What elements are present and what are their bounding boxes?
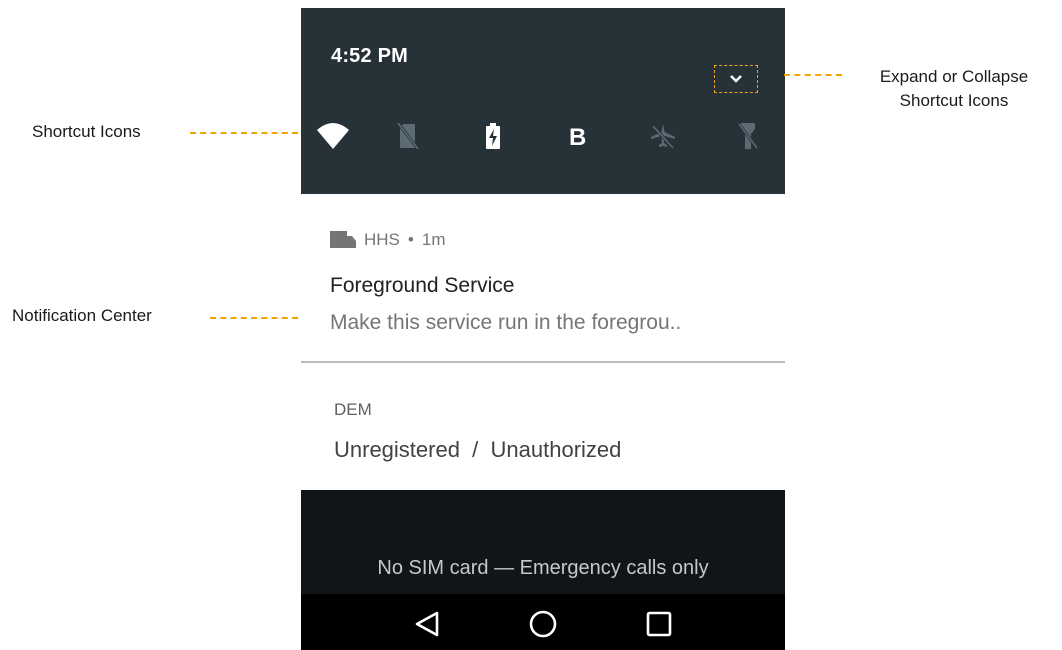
expand-collapse-button[interactable] <box>714 65 758 93</box>
recents-button[interactable] <box>639 604 679 644</box>
status-time: 4:52 PM <box>331 45 408 67</box>
annotation-shortcut-icons: Shortcut Icons <box>32 122 141 141</box>
back-button[interactable] <box>407 604 447 644</box>
bluetooth-icon: B <box>569 124 586 149</box>
notification-title: Foreground Service <box>330 274 515 297</box>
annotation-notification-center: Notification Center <box>12 306 152 325</box>
annotation-expand-collapse: Expand or Collapse Shortcut Icons <box>846 65 1062 113</box>
battery-charging-icon <box>486 123 500 149</box>
dem-status-card[interactable]: DEM Unregistered / Unauthorized <box>301 363 785 490</box>
airplane-mode-icon <box>651 124 675 150</box>
annotation-expand-line2: Shortcut Icons <box>899 91 1009 110</box>
annotation-expand-line1: Expand or Collapse <box>879 67 1029 86</box>
carrier-text: No SIM card — Emergency calls only <box>377 557 709 579</box>
back-icon <box>415 611 439 637</box>
home-button[interactable] <box>523 604 563 644</box>
svg-text:B: B <box>569 124 586 149</box>
wifi-icon <box>317 123 349 149</box>
dem-status-value: Unregistered / Unauthorized <box>334 437 622 462</box>
flashlight-off-icon <box>738 123 758 149</box>
wifi-toggle[interactable] <box>313 116 353 156</box>
annotation-leader-shortcut <box>190 132 298 134</box>
navigation-bar <box>301 594 785 650</box>
bluetooth-toggle[interactable]: B <box>558 116 598 156</box>
annotation-leader-notification <box>210 317 298 319</box>
notification-text: Make this service run in the foregrou.. <box>330 311 682 334</box>
separator-dot: • <box>407 230 414 249</box>
no-sim-icon <box>397 122 419 150</box>
dem-label: DEM <box>334 400 372 419</box>
notification-app-name: HHS <box>364 230 400 249</box>
notification-header: HHS • 1m <box>330 230 445 250</box>
quick-settings-panel: 4:52 PM B <box>301 8 785 194</box>
flashlight-toggle[interactable] <box>728 116 768 156</box>
shortcut-icons-row: B <box>301 116 785 156</box>
recents-icon <box>646 611 672 637</box>
annotation-leader-expand <box>784 74 842 76</box>
chevron-down-icon <box>730 75 742 83</box>
app-truck-icon <box>330 231 356 248</box>
battery-saver-toggle[interactable] <box>473 116 513 156</box>
notification-item[interactable]: HHS • 1m Foreground Service Make this se… <box>301 194 785 362</box>
home-icon <box>529 610 557 638</box>
notification-age: 1m <box>421 230 446 249</box>
sim-toggle[interactable] <box>388 116 428 156</box>
airplane-mode-toggle[interactable] <box>643 116 683 156</box>
lockscreen-area: No SIM card — Emergency calls only <box>301 490 785 594</box>
phone-screen: 4:52 PM B HHS • 1m Foreground Service Ma… <box>301 8 785 650</box>
